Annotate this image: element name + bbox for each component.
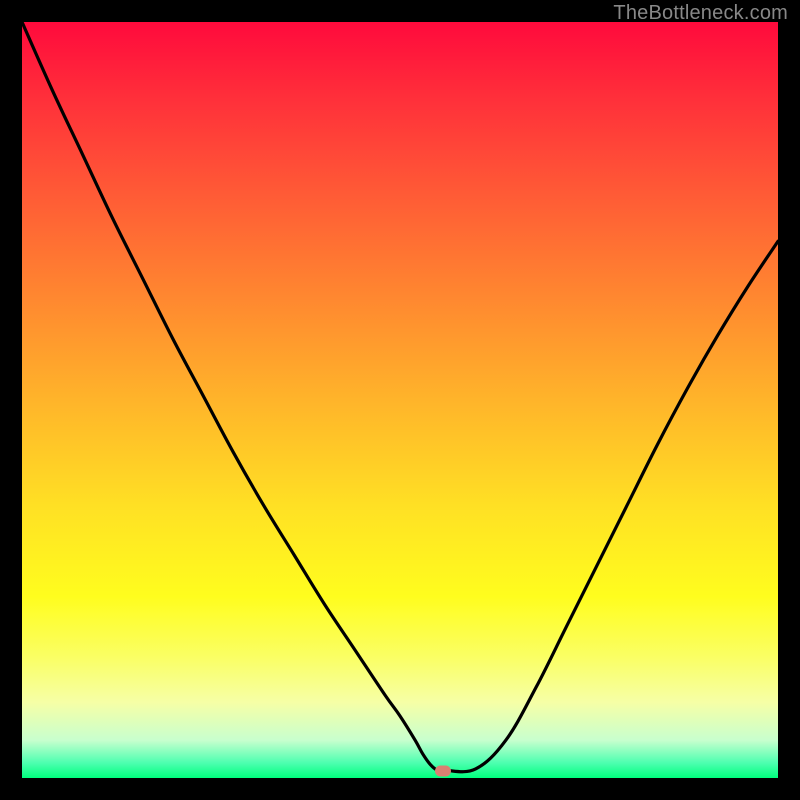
bottleneck-curve	[22, 22, 778, 778]
chart-frame: TheBottleneck.com	[0, 0, 800, 800]
watermark-text: TheBottleneck.com	[613, 2, 788, 25]
optimal-point-marker	[435, 766, 451, 777]
